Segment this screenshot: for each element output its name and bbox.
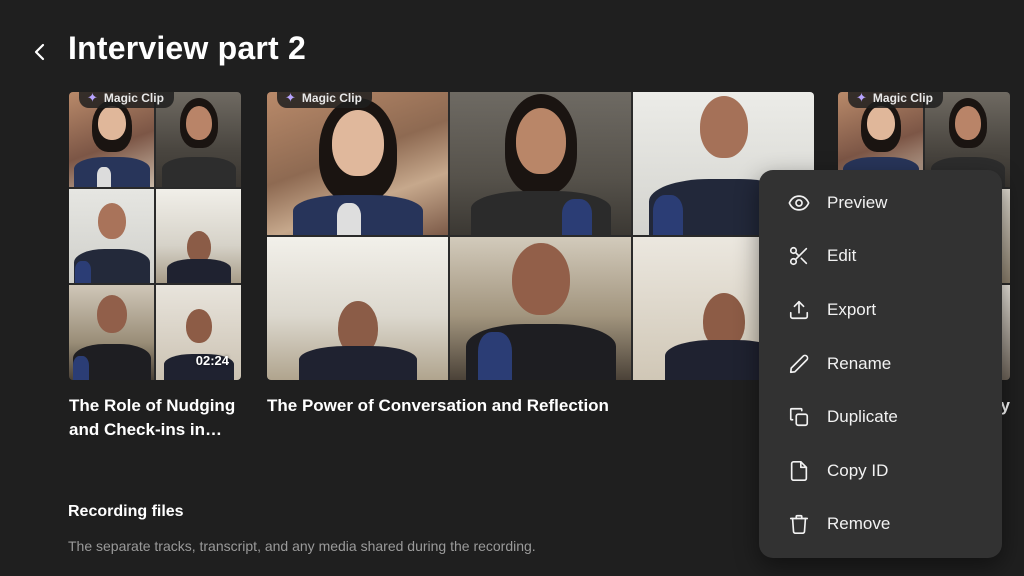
clip-card[interactable]: ✦ Magic Clip 02:24 The Role of Nudging a… bbox=[69, 92, 241, 442]
eye-icon bbox=[787, 191, 811, 215]
trash-icon bbox=[787, 512, 811, 536]
menu-item-edit[interactable]: Edit bbox=[759, 230, 1002, 284]
video-tile bbox=[267, 92, 448, 235]
page-title: Interview part 2 bbox=[68, 30, 306, 66]
copy-icon bbox=[787, 405, 811, 429]
recording-files-description: The separate tracks, transcript, and any… bbox=[68, 538, 536, 554]
menu-item-rename[interactable]: Rename bbox=[759, 337, 1002, 391]
menu-item-preview[interactable]: Preview bbox=[759, 176, 1002, 230]
pencil-icon bbox=[787, 352, 811, 376]
video-tile bbox=[450, 237, 631, 380]
back-button[interactable] bbox=[28, 36, 52, 68]
chevron-left-icon bbox=[34, 43, 45, 61]
sparkle-icon: ✦ bbox=[285, 92, 296, 105]
video-tile bbox=[156, 188, 241, 284]
sparkle-icon: ✦ bbox=[856, 92, 867, 105]
clip-thumbnail[interactable]: ✦ Magic Clip 02:24 bbox=[69, 92, 241, 380]
scissors-icon bbox=[787, 244, 811, 268]
menu-item-export[interactable]: Export bbox=[759, 283, 1002, 337]
menu-item-copy-id[interactable]: Copy ID bbox=[759, 444, 1002, 498]
file-icon bbox=[787, 459, 811, 483]
magic-clip-badge: ✦ Magic Clip bbox=[848, 92, 943, 108]
magic-clip-badge: ✦ Magic Clip bbox=[277, 92, 372, 108]
clip-title[interactable]: The Power of Conversation and Reflection bbox=[267, 394, 814, 418]
clip-card[interactable]: ✦ Magic Clip The Power of Conversation a… bbox=[267, 92, 814, 418]
video-tile bbox=[450, 92, 631, 235]
clip-duration: 02:24 bbox=[195, 353, 229, 368]
clip-title[interactable]: The Role of Nudging and Check-ins in… bbox=[69, 394, 241, 442]
recording-files-title: Recording files bbox=[68, 503, 184, 520]
video-tile bbox=[267, 237, 448, 380]
magic-clip-badge: ✦ Magic Clip bbox=[79, 92, 174, 108]
menu-item-remove[interactable]: Remove bbox=[759, 498, 1002, 552]
video-tile bbox=[69, 188, 154, 284]
clip-thumbnail[interactable]: ✦ Magic Clip bbox=[267, 92, 814, 380]
video-tile bbox=[69, 285, 154, 380]
sparkle-icon: ✦ bbox=[87, 92, 98, 105]
context-menu: Preview Edit Export Rename Duplicate Cop… bbox=[759, 170, 1002, 558]
upload-icon bbox=[787, 298, 811, 322]
menu-item-duplicate[interactable]: Duplicate bbox=[759, 390, 1002, 444]
